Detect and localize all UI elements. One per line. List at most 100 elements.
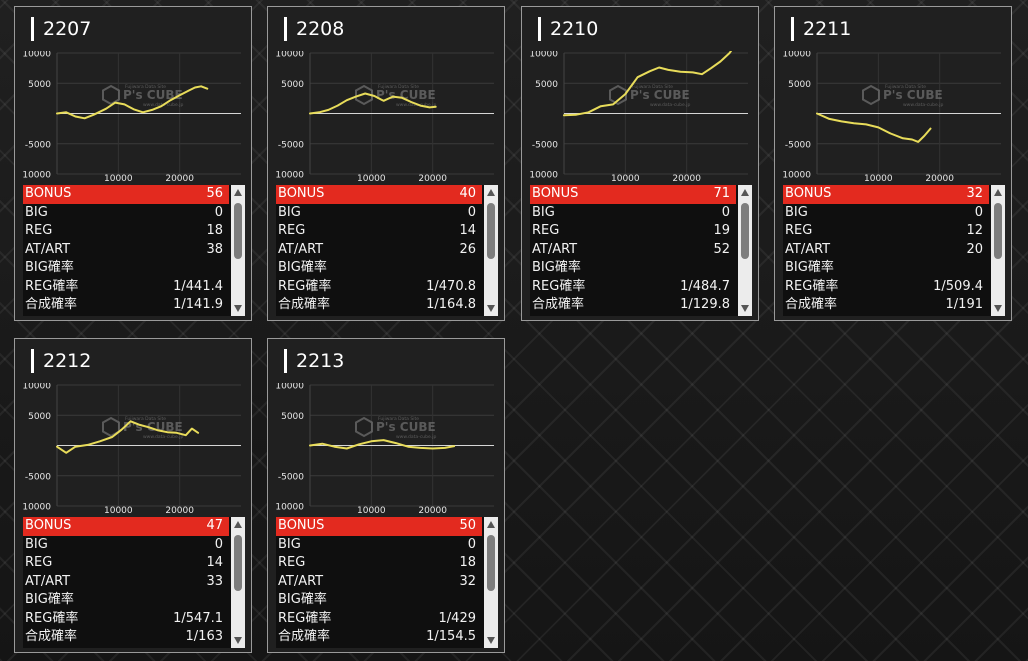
stats-scrollbar[interactable] — [484, 185, 498, 316]
machine-card[interactable]: 2210100005000-5000-100001000020000Fujiwa… — [521, 6, 759, 321]
stat-value: 33 — [206, 573, 223, 589]
scroll-up-arrow-icon[interactable] — [234, 521, 242, 528]
x-tick-label: 10000 — [357, 506, 386, 513]
stat-label: 合成確率 — [278, 629, 331, 644]
scroll-up-arrow-icon[interactable] — [994, 189, 1002, 196]
scroll-down-arrow-icon[interactable] — [234, 305, 242, 312]
slump-graph: 10000 5000 -5000 -10000 10000 20000 Fujiwara D… — [23, 51, 241, 181]
scroll-thumb[interactable] — [994, 203, 1002, 259]
stat-value: 50 — [459, 518, 476, 533]
x-tick-label: 10000 — [864, 174, 893, 181]
scroll-down-arrow-icon[interactable] — [487, 637, 495, 644]
stat-value: 20 — [966, 241, 983, 257]
machine-card[interactable]: 2208 10000 5000 -5000 -10000 10000 20000 Fujiwa… — [267, 6, 505, 321]
machine-card[interactable]: 2213 10000 5000 -5000 -10000 10000 20000 Fujiwa… — [267, 338, 505, 653]
logo-url: www.data-cube.jp — [903, 102, 943, 108]
y-tick-label: -5000 — [25, 140, 51, 150]
stats-list[interactable]: BONUS 50 BIG 0 REG 18 AT/ART 32 BIG確率 REG確率 1/429 合… — [276, 517, 498, 648]
y-tick-label: -10000 — [276, 171, 304, 181]
stat-row-reg-rate: REG確率 1/484.7 — [530, 278, 736, 297]
stat-value: 1/547.1 — [173, 610, 223, 626]
scroll-down-arrow-icon[interactable] — [487, 305, 495, 312]
stat-row-at-art: AT/ART 32 — [276, 573, 482, 592]
stats-list[interactable]: BONUS 56 BIG 0 REG 18 AT/ART 38 BIG確率 REG確率 1/441.… — [23, 185, 245, 316]
x-tick-label: 20000 — [418, 506, 447, 513]
stat-row-total-rate: 合成確率 1/141.9 — [23, 296, 229, 315]
y-tick-label: -5000 — [785, 140, 811, 150]
scroll-up-arrow-icon[interactable] — [487, 189, 495, 196]
stats-scrollbar[interactable] — [738, 185, 752, 316]
machine-number[interactable]: 2207 — [31, 17, 91, 41]
stat-label: BIG — [785, 204, 808, 220]
machine-card[interactable]: 2207 10000 5000 -5000 -10000 10000 20000 Fujiwa… — [14, 6, 252, 321]
stat-row-bonus: BONUS 50 — [276, 517, 482, 536]
slump-graph: 10000 5000 -5000 -10000 10000 20000 Fujiwara D… — [276, 383, 494, 513]
pscube-logo: Fujiwara Data SiteP's CUBEwww.data-cube.… — [355, 416, 436, 440]
cube-icon — [102, 84, 120, 106]
stat-value: 40 — [459, 186, 476, 201]
stat-row-big: BIG 0 — [530, 204, 736, 223]
machine-number[interactable]: 2210 — [538, 17, 598, 41]
scroll-thumb[interactable] — [487, 535, 495, 591]
stat-value: 1/129.8 — [680, 297, 730, 312]
stat-row-reg: REG 14 — [276, 222, 482, 241]
stat-label: REG確率 — [785, 278, 839, 294]
stat-row-reg-rate: REG確率 1/547.1 — [23, 610, 229, 629]
stat-row-big: BIG 0 — [23, 536, 229, 555]
machine-card[interactable]: 2211 10000 5000 -5000 -10000 10000 20000 Fujiwa… — [774, 6, 1012, 321]
stat-row-bonus: BONUS 71 — [530, 185, 736, 204]
logo-url: www.data-cube.jp — [396, 434, 436, 440]
stat-value: 1/191 — [945, 297, 983, 312]
stat-label: BIG確率 — [278, 592, 327, 607]
stat-row-at-art: AT/ART 26 — [276, 241, 482, 260]
y-tick-label: 5000 — [28, 412, 51, 422]
stat-row-at-art: AT/ART 33 — [23, 573, 229, 592]
machine-number[interactable]: 2213 — [284, 349, 344, 373]
slump-line — [816, 112, 932, 143]
machine-card[interactable]: 2212 10000 5000 -5000 -10000 10000 20000 Fujiwa… — [14, 338, 252, 653]
scroll-thumb[interactable] — [487, 203, 495, 259]
stats-scrollbar[interactable] — [991, 185, 1005, 316]
y-tick-label: -5000 — [532, 140, 558, 150]
scroll-up-arrow-icon[interactable] — [234, 189, 242, 196]
scroll-down-arrow-icon[interactable] — [741, 305, 749, 312]
scroll-thumb[interactable] — [741, 203, 749, 259]
stat-label: 合成確率 — [25, 629, 78, 644]
stats-list[interactable]: BONUS 71 BIG 0 REG 19 AT/ART 52 BIG確率 REG確率 1/484.… — [530, 185, 752, 316]
stat-row-total-rate: 合成確率 1/191 — [783, 296, 989, 315]
x-tick-label: 10000 — [611, 174, 640, 181]
machine-number[interactable]: 2208 — [284, 17, 344, 41]
stat-value: 14 — [459, 223, 476, 238]
scroll-down-arrow-icon[interactable] — [994, 305, 1002, 312]
stat-row-total-rate: 合成確率 1/163 — [23, 628, 229, 647]
scroll-thumb[interactable] — [234, 203, 242, 259]
pscube-logo: Fujiwara Data SiteP's CUBEwww.data-cube.… — [102, 84, 183, 108]
y-tick-label: 10000 — [530, 51, 558, 60]
stats-list[interactable]: BONUS 32 BIG 0 REG 12 AT/ART 20 BIG確率 REG確率 1/509.… — [783, 185, 1005, 316]
y-tick-label: 5000 — [535, 80, 558, 90]
stat-value: 38 — [206, 241, 223, 257]
stat-row-reg: REG 14 — [23, 554, 229, 573]
stat-row-bonus: BONUS 32 — [783, 185, 989, 204]
stat-row-reg-rate: REG確率 1/441.4 — [23, 278, 229, 297]
stats-list[interactable]: BONUS 40 BIG 0 REG 14 AT/ART 26 BIG確率 REG確率 1/470.… — [276, 185, 498, 316]
y-tick-label: -10000 — [783, 171, 811, 181]
stat-value: 0 — [467, 204, 476, 220]
scroll-thumb[interactable] — [234, 535, 242, 591]
x-tick-label: 20000 — [925, 174, 954, 181]
stats-scrollbar[interactable] — [231, 517, 245, 648]
stat-row-at-art: AT/ART 38 — [23, 241, 229, 260]
stat-label: BONUS — [25, 186, 72, 201]
stat-value: 14 — [206, 555, 223, 570]
stats-scrollbar[interactable] — [231, 185, 245, 316]
scroll-up-arrow-icon[interactable] — [487, 521, 495, 528]
stats-scrollbar[interactable] — [484, 517, 498, 648]
machine-number[interactable]: 2211 — [791, 17, 851, 41]
stat-label: REG確率 — [532, 278, 586, 294]
machine-number[interactable]: 2212 — [31, 349, 91, 373]
stats-list[interactable]: BONUS 47 BIG 0 REG 14 AT/ART 33 BIG確率 REG確率 1/547.… — [23, 517, 245, 648]
scroll-up-arrow-icon[interactable] — [741, 189, 749, 196]
stat-value: 18 — [206, 223, 223, 238]
scroll-down-arrow-icon[interactable] — [234, 637, 242, 644]
stat-label: BONUS — [785, 186, 832, 201]
